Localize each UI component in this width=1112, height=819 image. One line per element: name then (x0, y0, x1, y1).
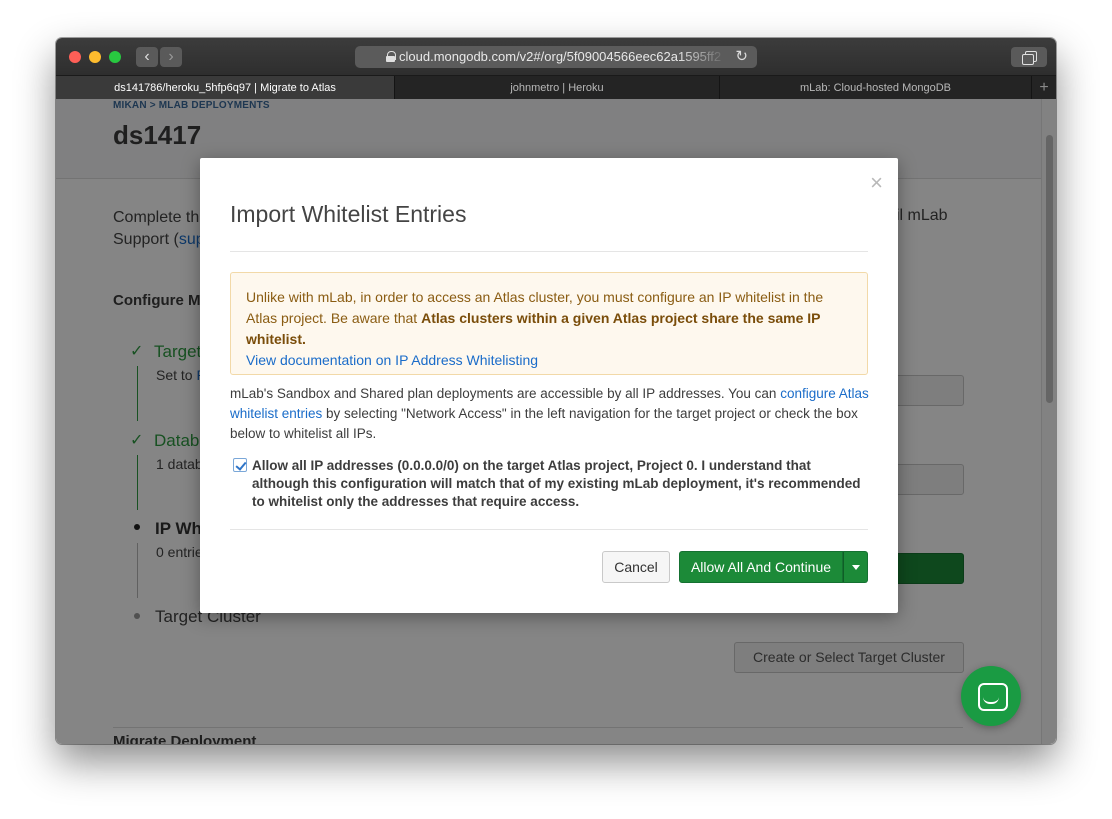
allow-all-continue-button[interactable]: Allow All And Continue (679, 551, 843, 583)
minimize-window-button[interactable] (89, 51, 101, 63)
browser-window: ‹ › cloud.mongodb.com/v2#/org/5f09004566… (56, 38, 1056, 744)
tab-overview-button[interactable] (1011, 47, 1047, 67)
back-button[interactable]: ‹ (136, 47, 158, 67)
cancel-button[interactable]: Cancel (602, 551, 670, 583)
chat-icon[interactable] (961, 666, 1021, 726)
address-bar[interactable]: cloud.mongodb.com/v2#/org/5f09004566eec6… (355, 46, 757, 68)
zoom-window-button[interactable] (109, 51, 121, 63)
whitelist-docs-link[interactable]: View documentation on IP Address Whiteli… (246, 352, 538, 368)
allow-all-checkbox-label[interactable]: Allow all IP addresses (0.0.0.0/0) on th… (252, 457, 867, 511)
tab-migrate-to-atlas[interactable]: ds141786/heroku_5hfp6q97 | Migrate to At… (56, 76, 394, 100)
tab-mlab[interactable]: mLab: Cloud-hosted MongoDB (719, 76, 1031, 100)
reload-icon[interactable]: ↻ (735, 46, 748, 68)
new-tab-button[interactable]: + (1031, 76, 1056, 100)
warning-box: Unlike with mLab, in order to access an … (230, 272, 868, 375)
close-icon[interactable]: × (870, 170, 883, 196)
title-bar: ‹ › cloud.mongodb.com/v2#/org/5f09004566… (56, 38, 1056, 75)
import-whitelist-modal: × Import Whitelist Entries Unlike with m… (200, 158, 898, 613)
page-content: MIKAN > MLAB DEPLOYMENTS ds1417 Complete… (56, 99, 1056, 744)
allow-all-checkbox[interactable] (233, 458, 247, 472)
tab-bar: ds141786/heroku_5hfp6q97 | Migrate to At… (56, 75, 1056, 100)
close-window-button[interactable] (69, 51, 81, 63)
info-text: mLab's Sandbox and Shared plan deploymen… (230, 386, 869, 441)
chevron-down-icon[interactable] (843, 551, 868, 583)
forward-button[interactable]: › (160, 47, 182, 67)
tab-heroku[interactable]: johnmetro | Heroku (394, 76, 719, 100)
lock-icon (386, 51, 396, 62)
modal-title: Import Whitelist Entries (230, 201, 467, 227)
